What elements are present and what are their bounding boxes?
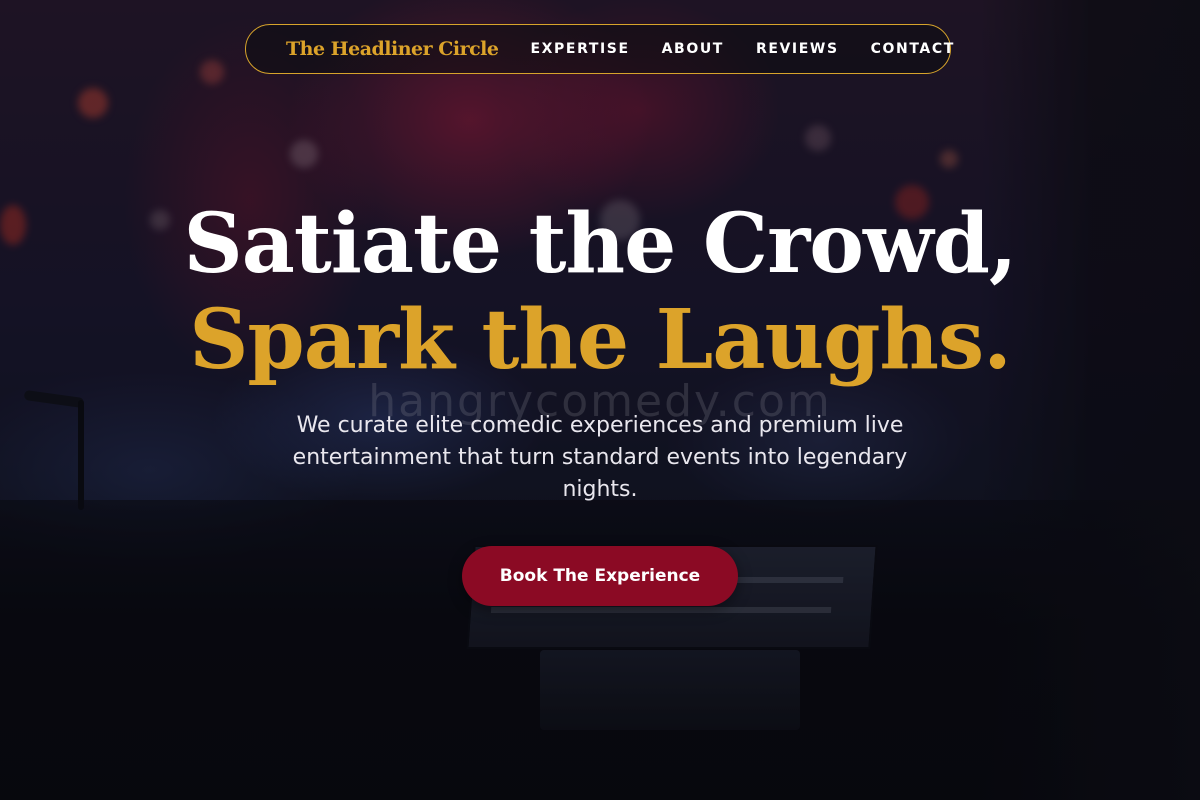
main-navigation: The Headliner Circle EXPERTISE ABOUT REV… bbox=[245, 24, 954, 74]
headline-line-2: Spark the Laughs. bbox=[189, 292, 1012, 388]
hero-headline: Satiate the Crowd, Spark the Laughs. bbox=[0, 196, 1200, 388]
hero-section: hangrycomedy.com The Headliner Circle EX… bbox=[0, 0, 1200, 800]
hero-subtext: We curate elite comedic experiences and … bbox=[292, 413, 908, 502]
brand-logo-text[interactable]: The Headliner Circle bbox=[286, 38, 499, 60]
nav-link-reviews[interactable]: REVIEWS bbox=[756, 41, 839, 57]
nav-link-about[interactable]: ABOUT bbox=[662, 41, 724, 57]
nav-link-contact[interactable]: CONTACT bbox=[871, 41, 955, 57]
nav-links: EXPERTISE ABOUT REVIEWS CONTACT bbox=[530, 41, 954, 57]
book-experience-button[interactable]: Book The Experience bbox=[462, 546, 738, 606]
headline-line-1: Satiate the Crowd, bbox=[183, 196, 1018, 292]
nav-link-expertise[interactable]: EXPERTISE bbox=[530, 41, 629, 57]
